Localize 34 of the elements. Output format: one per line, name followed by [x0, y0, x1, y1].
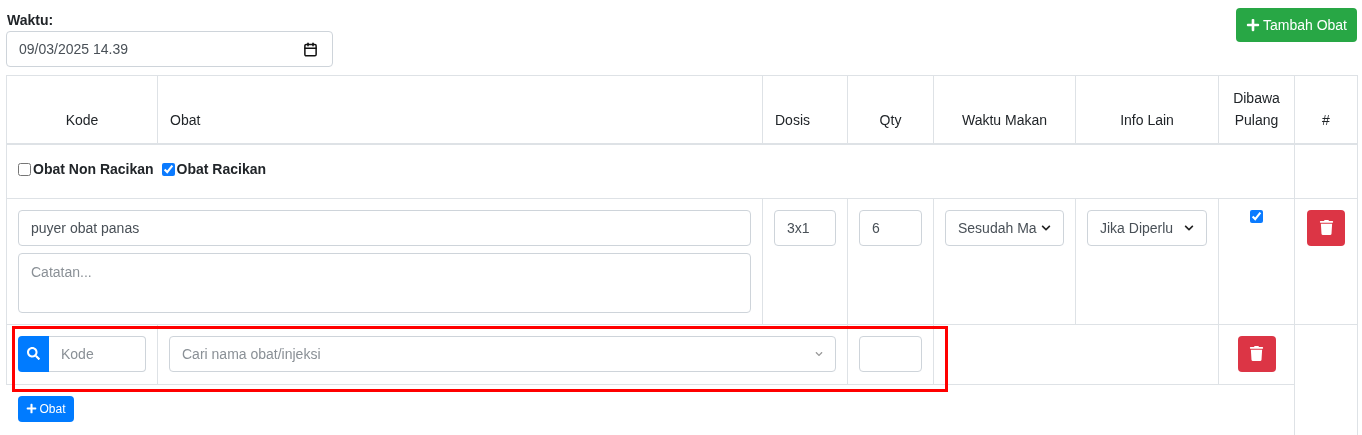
- qty-field[interactable]: [859, 335, 922, 372]
- column-header: Info Lain: [1075, 75, 1219, 145]
- column-header: Dosis: [762, 75, 848, 145]
- meal-time-dropdown[interactable]: Sesudah Ma: [945, 209, 1064, 246]
- column-header: Qty: [847, 75, 934, 145]
- search-button[interactable]: [18, 335, 49, 372]
- column-header: Dibawa Pulang: [1218, 75, 1295, 145]
- column-header: Waktu Makan: [933, 75, 1076, 145]
- chevron-down-icon: [1041, 222, 1051, 233]
- dose-field[interactable]: 3x1: [774, 209, 836, 246]
- calendar-icon: [303, 41, 318, 57]
- plus-icon: [25, 403, 37, 415]
- search-icon: [27, 347, 40, 361]
- checkbox-label: Obat Non Racikan: [33, 161, 154, 178]
- column-header: #: [1294, 75, 1358, 145]
- add-ingredient-button[interactable]: Obat: [17, 395, 74, 422]
- checkbox[interactable]: [161, 162, 175, 176]
- qty-field[interactable]: 6: [859, 209, 922, 246]
- delete-button[interactable]: [1307, 209, 1345, 246]
- info-dropdown[interactable]: Jika Diperlu: [1087, 209, 1207, 246]
- trash-icon: [1318, 220, 1334, 236]
- date-time-field[interactable]: 09/03/2025 14.39: [6, 31, 333, 67]
- checkbox[interactable]: [18, 162, 31, 176]
- column-header: Kode: [6, 75, 158, 145]
- checkbox[interactable]: [1250, 209, 1263, 223]
- medicine-name-field[interactable]: puyer obat panas: [18, 209, 751, 246]
- plus-icon: [1245, 18, 1260, 32]
- trash-icon: [1249, 346, 1264, 362]
- delete-button[interactable]: [1237, 335, 1276, 372]
- field-label: Waktu:: [7, 12, 55, 28]
- chevron-down-icon: [815, 349, 823, 358]
- chevron-down-icon: [1184, 222, 1194, 233]
- column-header: Obat: [157, 75, 763, 145]
- checkbox-label: Obat Racikan: [176, 161, 267, 178]
